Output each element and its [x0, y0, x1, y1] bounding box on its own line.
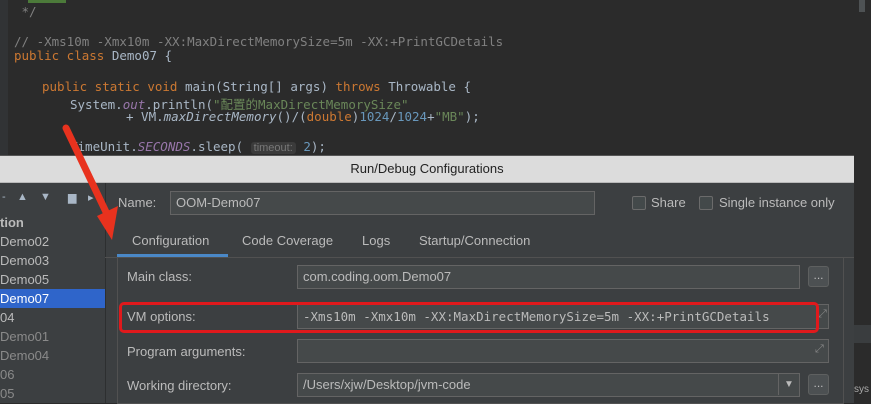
tree-item[interactable]: Demo05	[0, 270, 105, 289]
code-line: public class Demo07 {	[14, 48, 173, 63]
working-directory-browse-button[interactable]: ...	[808, 374, 829, 395]
share-checkbox[interactable]	[632, 196, 646, 210]
move-down-icon[interactable]: ▼	[40, 191, 51, 203]
program-arguments-input[interactable]	[297, 339, 829, 363]
name-label: Name:	[118, 195, 157, 210]
chevron-down-icon[interactable]: ▼	[778, 374, 799, 395]
tree-item[interactable]: Demo02	[0, 232, 105, 251]
code-editor[interactable]: */ // -Xms10m -Xmx10m -XX:MaxDirectMemor…	[0, 0, 871, 160]
remove-config-icon[interactable]: -	[2, 191, 6, 203]
editor-scroll-marker	[859, 0, 865, 12]
name-input[interactable]: OOM-Demo07	[170, 191, 595, 215]
main-class-label: Main class:	[127, 269, 193, 284]
tab-startup-connection[interactable]: Startup/Connection	[419, 233, 530, 248]
single-instance-label: Single instance only	[719, 195, 835, 210]
program-arguments-label: Program arguments:	[127, 344, 246, 359]
working-directory-input[interactable]: /Users/xjw/Desktop/jvm-code ▼	[297, 373, 800, 397]
configurations-tree-pane: - ▲ ▼ ▆ ▸ tion Demo02 Demo03 Demo05 Demo…	[0, 183, 106, 403]
active-tab-indicator	[117, 254, 228, 257]
run-debug-configurations-dialog: Run/Debug Configurations - ▲ ▼ ▆ ▸ tion …	[0, 155, 854, 404]
folder-icon[interactable]: ▆	[68, 191, 76, 204]
tab-configuration[interactable]: Configuration	[132, 233, 209, 248]
right-edge-text: sys	[854, 384, 869, 395]
working-directory-value: /Users/xjw/Desktop/jvm-code	[303, 377, 471, 392]
tree-item[interactable]: Demo01	[0, 327, 105, 346]
vm-options-expand-icon[interactable]: ⤢	[818, 308, 827, 321]
editor-gutter	[0, 0, 8, 160]
highlight-box	[119, 302, 819, 333]
tree-item-selected[interactable]: Demo07	[0, 289, 105, 308]
dialog-title: Run/Debug Configurations	[0, 156, 854, 183]
parameter-hint: timeout:	[250, 142, 296, 154]
main-class-input[interactable]: com.coding.oom.Demo07	[297, 265, 800, 289]
tree-item[interactable]: Demo03	[0, 251, 105, 270]
ide-right-edge: sys	[854, 155, 871, 402]
code-line: */	[14, 4, 37, 19]
more-icon[interactable]: ▸	[88, 191, 94, 204]
code-line: // -Xms10m -Xmx10m -XX:MaxDirectMemorySi…	[14, 34, 504, 49]
working-directory-label: Working directory:	[127, 378, 232, 393]
code-line: TimeUnit.SECONDS.sleep( timeout: 2);	[70, 139, 326, 154]
code-line: + VM.maxDirectMemory()/(double)1024/1024…	[126, 109, 480, 124]
main-class-browse-button[interactable]: ...	[808, 266, 829, 287]
program-arguments-expand-icon[interactable]: ⤢	[815, 343, 824, 356]
tree-item[interactable]: 05	[0, 384, 105, 403]
code-line: public static void main(String[] args) t…	[42, 79, 472, 94]
tab-logs[interactable]: Logs	[362, 233, 390, 248]
move-up-icon[interactable]: ▲	[17, 191, 28, 203]
single-instance-checkbox[interactable]	[699, 196, 713, 210]
tab-code-coverage[interactable]: Code Coverage	[242, 233, 333, 248]
tree-item[interactable]: tion	[0, 213, 105, 232]
side-strip	[854, 325, 871, 343]
tree-item[interactable]: Demo04	[0, 346, 105, 365]
share-label: Share	[651, 195, 686, 210]
diff-marker	[28, 0, 66, 3]
tree-item[interactable]: 06	[0, 365, 105, 384]
tree-item[interactable]: 04	[0, 308, 105, 327]
